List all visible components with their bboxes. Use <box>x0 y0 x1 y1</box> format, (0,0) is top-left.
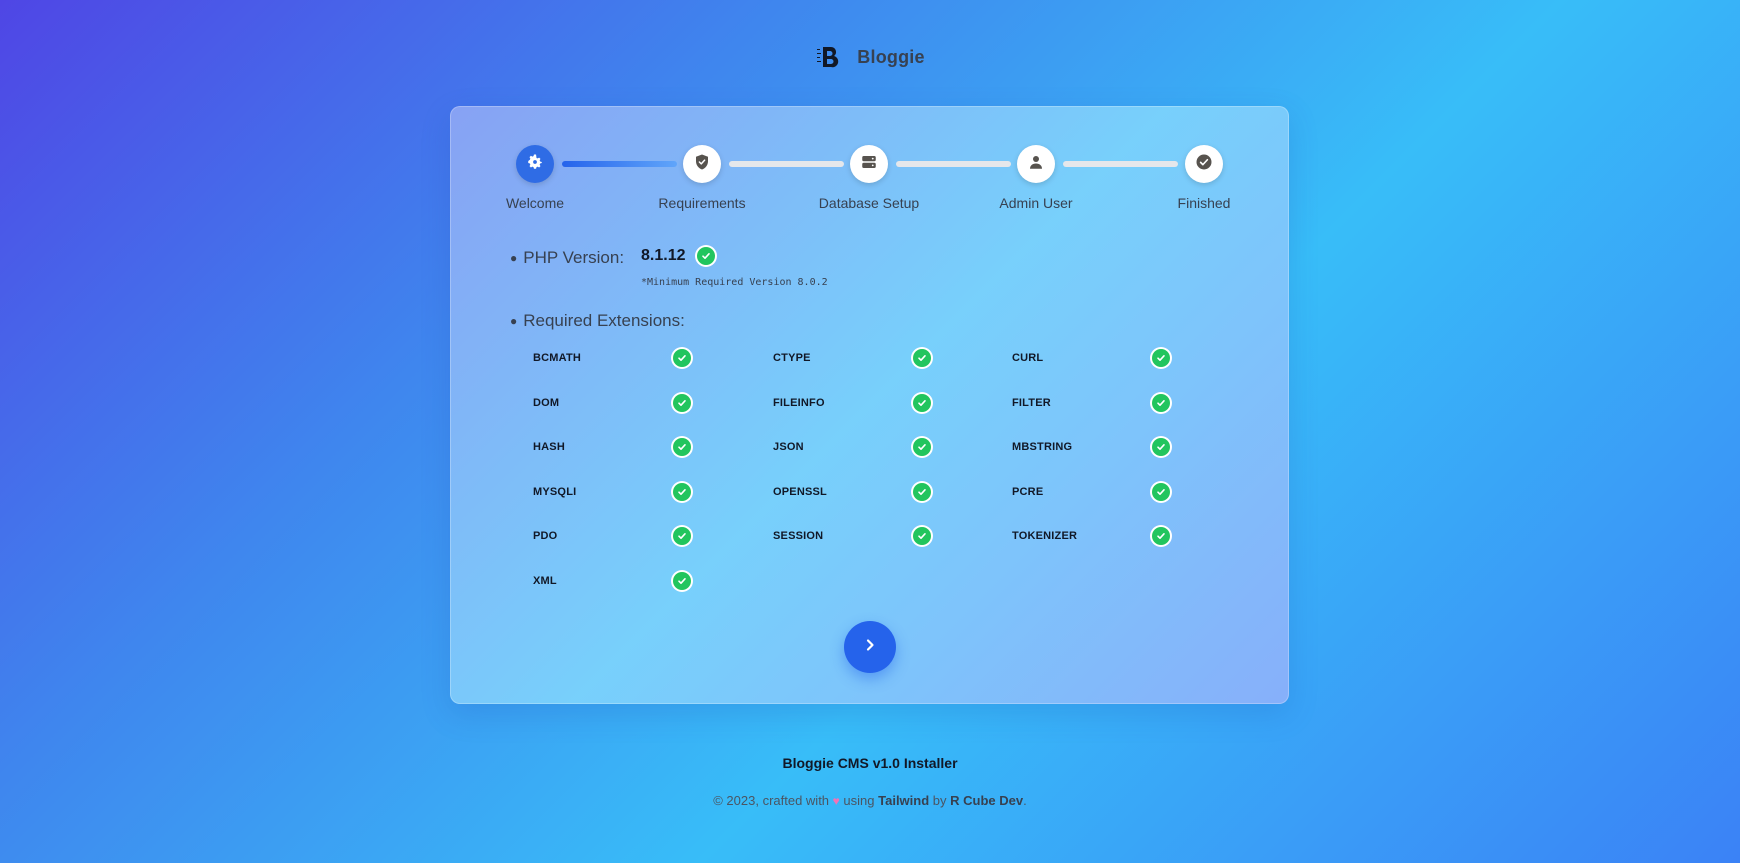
bloggie-logo-icon <box>815 42 843 72</box>
copyright-suffix: . <box>1023 793 1027 808</box>
extension-name: HASH <box>533 441 565 453</box>
installer-card: Welcome Requirements Database Setup Admi… <box>450 106 1289 704</box>
extension-name: PCRE <box>1012 486 1044 498</box>
brand-name: Bloggie <box>857 46 925 67</box>
extension-item: PCRE <box>1012 481 1212 503</box>
extension-name: JSON <box>773 441 804 453</box>
extension-item: CTYPE <box>773 347 973 369</box>
extensions-heading: ● Required Extensions: <box>510 311 685 331</box>
step-requirements[interactable]: Requirements <box>632 145 772 211</box>
check-icon <box>913 438 931 456</box>
check-icon <box>673 483 691 501</box>
php-version-value-row: 8.1.12 <box>641 247 716 265</box>
shield-check-icon <box>693 153 711 176</box>
extension-item: CURL <box>1012 347 1212 369</box>
check-icon <box>697 247 716 265</box>
extension-name: FILEINFO <box>773 397 825 409</box>
step-database-circle <box>850 145 888 183</box>
step-database-setup[interactable]: Database Setup <box>799 145 939 211</box>
extension-item: MYSQLI <box>533 481 733 503</box>
check-icon <box>1152 483 1170 501</box>
check-icon <box>913 483 931 501</box>
check-icon <box>673 527 691 545</box>
heart-icon: ♥ <box>832 794 840 808</box>
step-welcome[interactable]: Welcome <box>465 145 605 211</box>
step-admin-label: Admin User <box>999 195 1073 211</box>
extensions-title: Required Extensions: <box>523 311 685 330</box>
check-icon <box>673 394 691 412</box>
user-icon <box>1027 153 1045 176</box>
check-icon <box>673 438 691 456</box>
extension-name: SESSION <box>773 530 824 542</box>
extension-name: FILTER <box>1012 397 1051 409</box>
extension-name: OPENSSL <box>773 486 827 498</box>
extension-name: TOKENIZER <box>1012 530 1078 542</box>
extension-item: FILTER <box>1012 392 1212 414</box>
extension-item: SESSION <box>773 525 973 547</box>
footer-copyright: © 2023, crafted with ♥ using Tailwind by… <box>0 793 1740 808</box>
step-requirements-circle <box>683 145 721 183</box>
check-circle-icon <box>1195 153 1213 176</box>
copyright-by: by <box>932 793 947 808</box>
extension-item: DOM <box>533 392 733 414</box>
extension-name: MYSQLI <box>533 486 577 498</box>
step-finished[interactable]: Finished <box>1134 145 1274 211</box>
check-icon <box>1152 527 1170 545</box>
check-icon <box>673 572 691 590</box>
extension-item: MBSTRING <box>1012 436 1212 458</box>
extension-item: PDO <box>533 525 733 547</box>
step-database-label: Database Setup <box>818 195 920 211</box>
extension-item: FILEINFO <box>773 392 973 414</box>
extension-name: BCMATH <box>533 352 582 364</box>
author-link[interactable]: R Cube Dev <box>950 793 1023 808</box>
check-icon <box>1152 394 1170 412</box>
copyright-using: using <box>843 793 875 808</box>
extension-item: XML <box>533 570 733 592</box>
extension-item: JSON <box>773 436 973 458</box>
extension-name: CTYPE <box>773 352 811 364</box>
extension-item: BCMATH <box>533 347 733 369</box>
check-icon <box>913 527 931 545</box>
check-icon <box>913 349 931 367</box>
extension-item: TOKENIZER <box>1012 525 1212 547</box>
gear-icon <box>526 153 544 176</box>
php-version-label: PHP Version: <box>523 248 625 267</box>
check-icon <box>913 394 931 412</box>
step-finished-label: Finished <box>1177 195 1231 211</box>
step-admin-user[interactable]: Admin User <box>966 145 1106 211</box>
tailwind-link[interactable]: Tailwind <box>878 793 929 808</box>
php-minimum-note: *Minimum Required Version 8.0.2 <box>641 277 828 288</box>
check-icon <box>1152 349 1170 367</box>
step-welcome-circle <box>516 145 554 183</box>
extension-item: HASH <box>533 436 733 458</box>
extension-name: CURL <box>1012 352 1044 364</box>
step-requirements-label: Requirements <box>658 195 746 211</box>
server-icon <box>860 153 878 176</box>
bullet-icon: ● <box>510 251 518 265</box>
chevron-right-icon <box>862 637 878 658</box>
php-version-value: 8.1.12 <box>641 247 686 264</box>
step-finished-circle <box>1185 145 1223 183</box>
extension-item: OPENSSL <box>773 481 973 503</box>
next-button[interactable] <box>844 621 896 673</box>
installer-title: Bloggie CMS v1.0 Installer <box>782 755 958 771</box>
extension-name: DOM <box>533 397 560 409</box>
step-admin-circle <box>1017 145 1055 183</box>
extension-name: PDO <box>533 530 558 542</box>
check-icon <box>1152 438 1170 456</box>
brand-header: Bloggie <box>0 42 1740 72</box>
php-version-heading: ● PHP Version: <box>510 248 624 268</box>
check-icon <box>673 349 691 367</box>
bullet-icon: ● <box>510 314 518 328</box>
extension-name: MBSTRING <box>1012 441 1073 453</box>
extension-name: XML <box>533 575 557 587</box>
copyright-prefix: © 2023, crafted with <box>713 793 830 808</box>
step-welcome-label: Welcome <box>505 195 565 211</box>
